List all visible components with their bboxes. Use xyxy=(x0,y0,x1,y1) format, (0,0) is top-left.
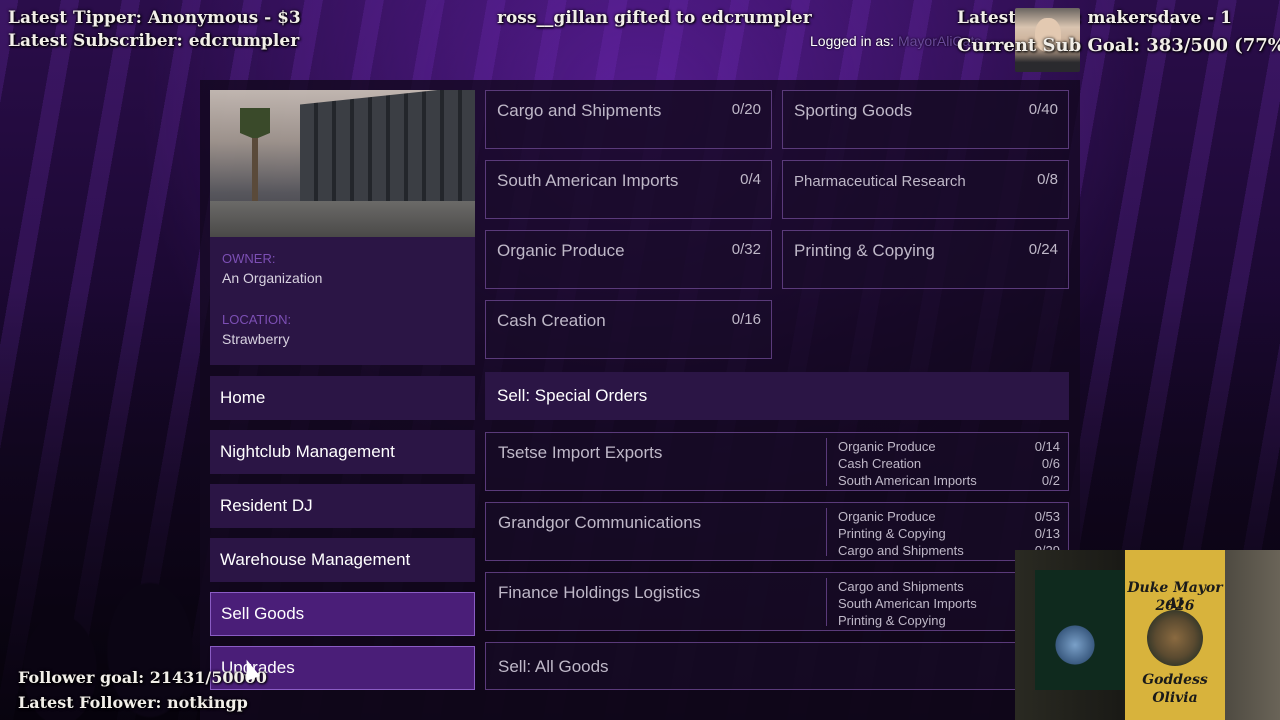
order-finance-holdings-logistics[interactable]: Finance Holdings Logistics Cargo and Shi… xyxy=(485,572,1069,631)
category-name: Pharmaceutical Research xyxy=(794,173,966,190)
special-orders-heading: Sell: Special Orders xyxy=(485,372,1069,420)
sub-goal: Current Sub Goal: 383/500 (77%) xyxy=(957,35,1280,56)
order-items: Organic Produce 0/14 Cash Creation 0/6 Sou… xyxy=(826,438,1060,488)
category-pharmaceutical-research[interactable]: Pharmaceutical Research 0/8 xyxy=(782,160,1069,219)
category-name: Cargo and Shipments xyxy=(497,101,662,120)
order-items: Organic Produce 0/53 Printing & Copying 0/… xyxy=(826,508,1060,558)
nav-resident-dj[interactable]: Resident DJ xyxy=(210,484,475,528)
latest-tipper: Latest Tipper: Anonymous - $3 xyxy=(8,8,301,28)
category-count: 0/20 xyxy=(731,101,761,118)
palm-tree xyxy=(240,108,270,208)
nav-sell-goods[interactable]: Sell Goods xyxy=(210,592,475,636)
street xyxy=(210,201,475,237)
streamer-webcam: Duke Mayor Al 2026 Goddess Olivia xyxy=(1015,550,1280,720)
nav-home[interactable]: Home xyxy=(210,376,475,420)
sell-all-goods-button[interactable]: Sell: All Goods xyxy=(485,642,1069,690)
business-info: OWNER: An Organization LOCATION: Strawbe… xyxy=(210,237,475,365)
latest-subscriber: Latest Subscriber: edcrumpler xyxy=(8,31,300,51)
location-label: LOCATION: xyxy=(222,312,292,327)
latest-follower: Latest Follower: notkingp xyxy=(18,693,248,712)
follower-goal: Follower goal: 21431/50000 xyxy=(18,668,267,687)
order-item: Organic Produce 0/14 xyxy=(838,439,1060,454)
category-count: 0/8 xyxy=(1037,171,1058,188)
order-name: Tsetse Import Exports xyxy=(498,443,663,462)
bear-emblem xyxy=(1050,625,1100,665)
order-item: Printing & Copying 0/13 xyxy=(838,526,1060,541)
category-count: 0/24 xyxy=(1028,241,1058,258)
category-count: 0/40 xyxy=(1028,101,1058,118)
category-count: 0/4 xyxy=(740,171,761,188)
category-count: 0/32 xyxy=(731,241,761,258)
latest-cheer: Latest cheer: makersdave - 1 xyxy=(957,8,1232,28)
order-grandgor-communications[interactable]: Grandgor Communications Organic Produce 0… xyxy=(485,502,1069,561)
category-printing-copying[interactable]: Printing & Copying 0/24 xyxy=(782,230,1069,289)
nav-warehouse-management[interactable]: Warehouse Management xyxy=(210,538,475,582)
order-name: Finance Holdings Logistics xyxy=(498,583,701,602)
category-name: Cash Creation xyxy=(497,311,606,330)
location-value: Strawberry xyxy=(222,331,290,347)
order-item: South American Imports 0/2 xyxy=(838,473,1060,488)
yellow-flag: Duke Mayor Al 2026 Goddess Olivia xyxy=(1125,550,1225,720)
owner-value: An Organization xyxy=(222,270,323,286)
category-name: Sporting Goods xyxy=(794,101,913,120)
category-organic-produce[interactable]: Organic Produce 0/32 xyxy=(485,230,772,289)
business-photo xyxy=(210,90,475,237)
category-name: Printing & Copying xyxy=(794,241,935,260)
category-count: 0/16 xyxy=(731,311,761,328)
order-item: Organic Produce 0/53 xyxy=(838,509,1060,524)
city-seal xyxy=(1147,610,1203,666)
login-prefix: Logged in as: xyxy=(810,33,895,49)
nav-nightclub-management[interactable]: Nightclub Management xyxy=(210,430,475,474)
category-name: Organic Produce xyxy=(497,241,625,260)
order-name: Grandgor Communications xyxy=(498,513,702,532)
category-cargo-and-shipments[interactable]: Cargo and Shipments 0/20 xyxy=(485,90,772,149)
login-status: Logged in as: MayorAliCats xyxy=(810,33,981,49)
category-cash-creation[interactable]: Cash Creation 0/16 xyxy=(485,300,772,359)
category-name: South American Imports xyxy=(497,171,679,190)
order-item: Cash Creation 0/6 xyxy=(838,456,1060,471)
gift-alert: ross__gillan gifted to edcrumpler xyxy=(497,8,812,28)
order-tsetse-import-exports[interactable]: Tsetse Import Exports Organic Produce 0/1… xyxy=(485,432,1069,491)
category-sporting-goods[interactable]: Sporting Goods 0/40 xyxy=(782,90,1069,149)
category-south-american-imports[interactable]: South American Imports 0/4 xyxy=(485,160,772,219)
owner-label: OWNER: xyxy=(222,251,276,266)
